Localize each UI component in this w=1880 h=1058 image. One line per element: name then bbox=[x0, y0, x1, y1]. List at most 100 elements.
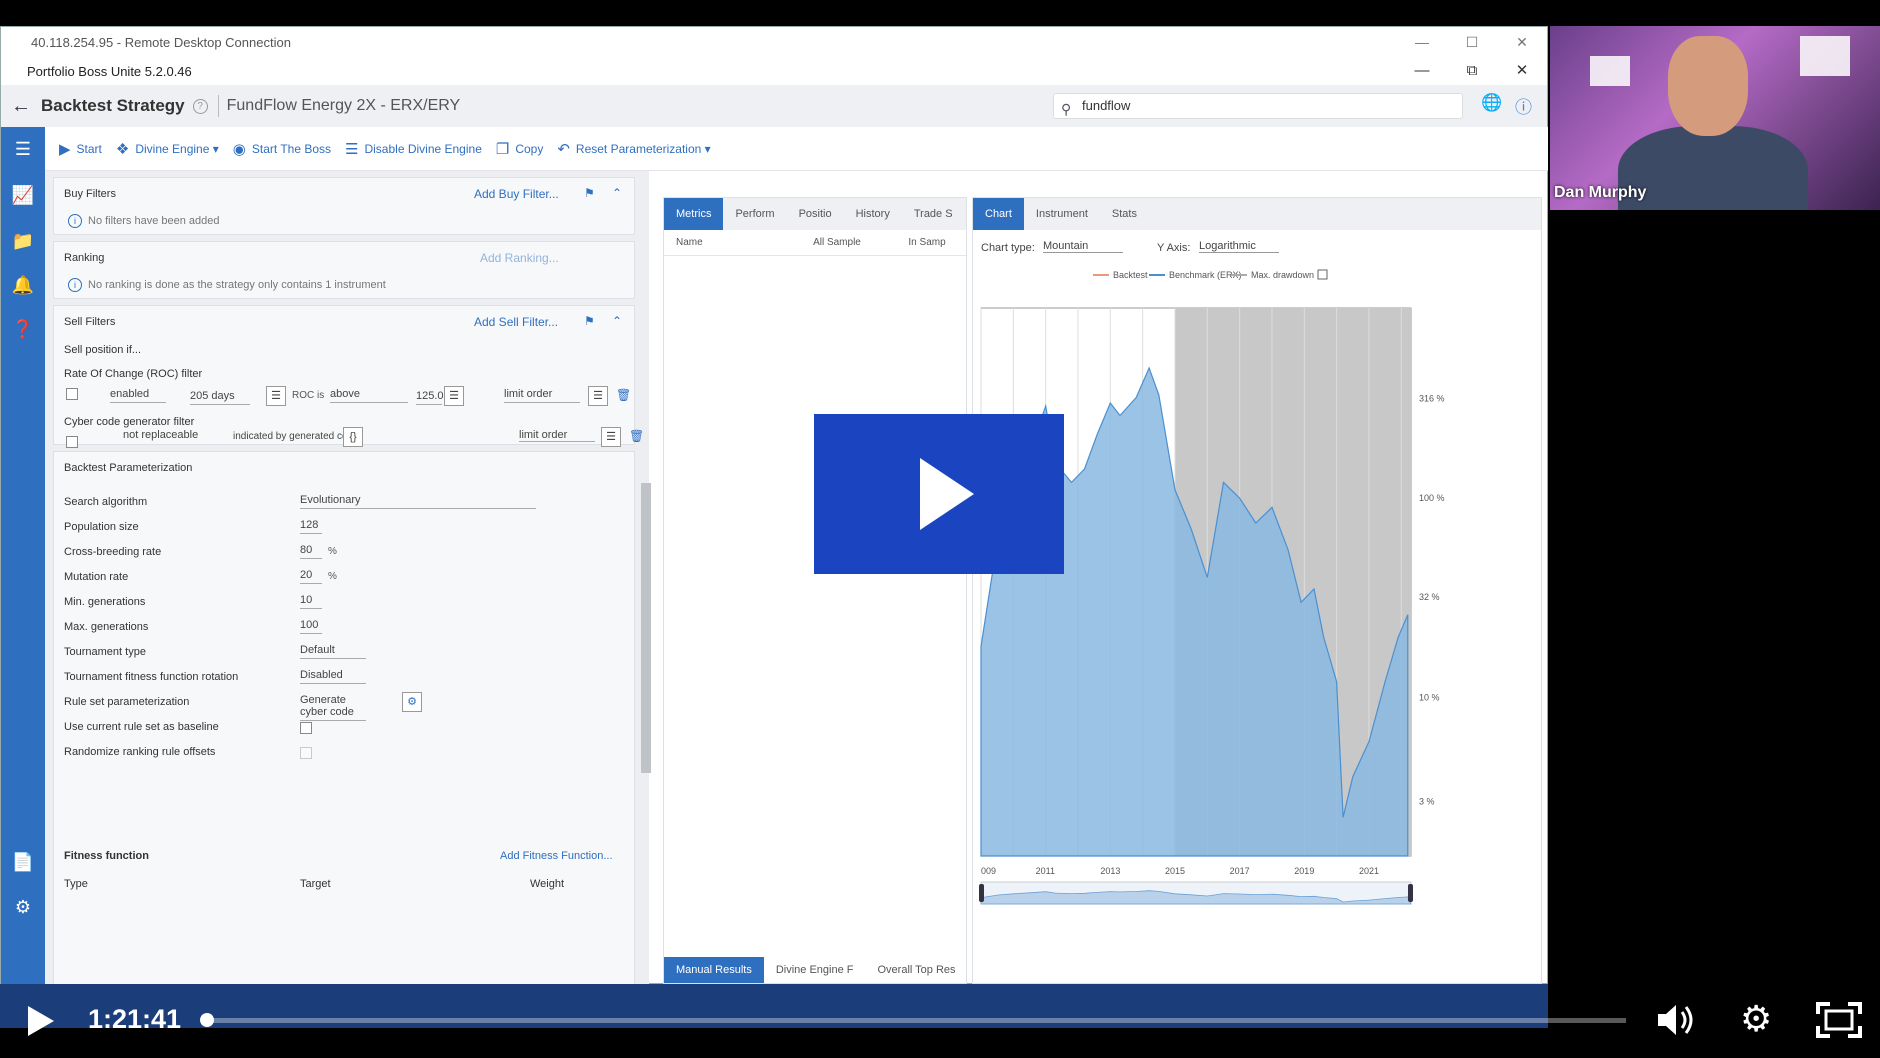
chevron-down-icon[interactable]: ▾ bbox=[705, 142, 711, 156]
ranking-title: Ranking bbox=[64, 252, 105, 264]
play-circle-icon: ▶ bbox=[59, 140, 71, 158]
tab-metrics[interactable]: Metrics bbox=[664, 198, 724, 230]
period-settings-icon[interactable]: ☰ bbox=[266, 386, 286, 406]
sell-filters-title: Sell Filters bbox=[64, 316, 116, 328]
collapse-icon[interactable]: ⌃ bbox=[612, 186, 622, 200]
y-axis-select[interactable]: Logarithmic bbox=[1199, 240, 1279, 253]
roc-order-select[interactable]: limit order bbox=[504, 388, 580, 403]
performance-chart[interactable]: Backtest Benchmark (ERX) Max. drawdown 316 … bbox=[973, 258, 1541, 984]
add-buy-filter-link[interactable]: Add Buy Filter... bbox=[474, 187, 559, 201]
param-value[interactable]: 100 bbox=[300, 619, 322, 634]
add-ranking-link[interactable]: Add Ranking... bbox=[480, 251, 559, 265]
param-checkbox[interactable] bbox=[300, 747, 312, 759]
collapse-icon[interactable]: ⌃ bbox=[612, 314, 622, 328]
param-value[interactable]: Evolutionary bbox=[300, 494, 536, 509]
roc-checkbox[interactable] bbox=[66, 388, 78, 400]
info-icon[interactable]: ⓘ bbox=[1515, 93, 1532, 118]
param-value[interactable]: 10 bbox=[300, 594, 322, 609]
param-value[interactable]: 80 bbox=[300, 544, 322, 559]
start-the-boss-button[interactable]: ◉ Start The Boss bbox=[233, 140, 331, 158]
copy-label: Copy bbox=[515, 141, 544, 156]
tab-divine-engine-f[interactable]: Divine Engine F bbox=[764, 957, 866, 983]
navigator-right-handle[interactable] bbox=[1408, 884, 1413, 902]
buy-filters-card: Buy Filters Add Buy Filter... ⚑ ⌃ i No fi… bbox=[53, 177, 635, 235]
add-fitness-link[interactable]: Add Fitness Function... bbox=[500, 850, 613, 862]
param-value[interactable]: Generate cyber code bbox=[300, 694, 366, 721]
search-input[interactable]: ⚲ fundflow bbox=[1053, 93, 1463, 119]
help-icon[interactable]: ? bbox=[192, 98, 208, 114]
cyber-checkbox[interactable] bbox=[66, 436, 78, 448]
cyber-order-select[interactable]: limit order bbox=[519, 429, 595, 442]
fitness-col-target: Target bbox=[300, 878, 331, 890]
reset-parameterization-button[interactable]: ↶ Reset Parameterization ▾ bbox=[557, 140, 710, 158]
back-arrow-icon[interactable]: ← bbox=[1, 95, 41, 118]
cyber-code-settings-icon[interactable]: ⚙ bbox=[402, 692, 422, 712]
globe-icon[interactable]: 🌐 bbox=[1481, 93, 1502, 113]
disable-divine-engine-button[interactable]: ☰ Disable Divine Engine bbox=[345, 140, 482, 158]
delete-roc-icon[interactable]: 🗑 bbox=[616, 388, 631, 402]
progress-knob[interactable] bbox=[200, 1013, 214, 1027]
document-nav-icon[interactable]: 📄 bbox=[1, 852, 45, 873]
app-close-button[interactable]: ✕ bbox=[1497, 57, 1547, 85]
add-sell-filter-link[interactable]: Add Sell Filter... bbox=[474, 315, 558, 329]
rd-minimize-button[interactable]: — bbox=[1397, 27, 1447, 57]
chart-type-select[interactable]: Mountain bbox=[1043, 240, 1123, 253]
folder-nav-icon[interactable]: 📁 bbox=[1, 231, 45, 252]
delete-cyber-icon[interactable]: 🗑 bbox=[629, 429, 644, 443]
roc-period-input[interactable]: 205 days bbox=[190, 390, 250, 405]
order-settings-icon[interactable]: ☰ bbox=[601, 427, 621, 447]
start-button[interactable]: ▶ Start bbox=[59, 140, 102, 158]
fullscreen-icon[interactable] bbox=[1816, 1002, 1862, 1038]
chevron-down-icon[interactable]: ▾ bbox=[213, 142, 219, 156]
threshold-settings-icon[interactable]: ☰ bbox=[444, 386, 464, 406]
tab-manual-results[interactable]: Manual Results bbox=[664, 957, 764, 983]
tab-history[interactable]: History bbox=[844, 198, 902, 230]
param-unit: % bbox=[328, 571, 337, 582]
help-nav-icon[interactable]: ❓ bbox=[1, 319, 45, 340]
tab-perform[interactable]: Perform bbox=[723, 198, 786, 230]
tab-stats[interactable]: Stats bbox=[1100, 198, 1149, 230]
param-label: Max. generations bbox=[64, 621, 149, 633]
roc-state-select[interactable]: enabled bbox=[110, 388, 166, 403]
tab-trade-s[interactable]: Trade S bbox=[902, 198, 965, 230]
video-play-overlay-button[interactable] bbox=[814, 414, 1064, 574]
param-value[interactable]: Default bbox=[300, 644, 366, 659]
notifications-nav-icon[interactable]: 🔔 bbox=[1, 275, 45, 296]
tab-instrument[interactable]: Instrument bbox=[1024, 198, 1100, 230]
copy-button[interactable]: ❐ Copy bbox=[496, 140, 543, 158]
volume-icon[interactable] bbox=[1656, 1002, 1696, 1038]
app-restore-button[interactable]: ⧉ bbox=[1447, 57, 1497, 85]
menu-icon[interactable]: ☰ bbox=[1, 139, 45, 160]
navigator-left-handle[interactable] bbox=[979, 884, 984, 902]
roc-threshold-input[interactable]: 125.0 bbox=[416, 390, 444, 405]
results-bottom-tabs: Manual Results Divine Engine F Overall Top… bbox=[664, 957, 968, 983]
cyber-state-select[interactable]: not replaceable bbox=[123, 429, 198, 441]
settings-gear-icon[interactable]: ⚙ bbox=[1740, 998, 1772, 1040]
left-panel-scrollbar[interactable] bbox=[641, 483, 651, 773]
settings-nav-icon[interactable]: ⚙ bbox=[1, 897, 45, 918]
drawdown-checkbox[interactable] bbox=[1317, 269, 1328, 280]
bookmark-icon[interactable]: ⚑ bbox=[584, 186, 595, 200]
param-value[interactable]: Disabled bbox=[300, 669, 366, 684]
tab-overall-top-res[interactable]: Overall Top Res bbox=[865, 957, 967, 983]
app-minimize-button[interactable]: — bbox=[1397, 57, 1447, 85]
roc-comparison-select[interactable]: above bbox=[330, 388, 408, 403]
rd-maximize-button[interactable]: ☐ bbox=[1447, 27, 1497, 57]
play-icon[interactable] bbox=[24, 1004, 56, 1038]
tab-chart[interactable]: Chart bbox=[973, 198, 1024, 230]
code-braces-icon[interactable]: {} bbox=[343, 427, 363, 447]
progress-bar[interactable] bbox=[206, 1018, 1626, 1023]
param-value[interactable]: 128 bbox=[300, 519, 322, 534]
info-icon: i bbox=[68, 278, 82, 292]
tab-positio[interactable]: Positio bbox=[787, 198, 844, 230]
param-checkbox[interactable] bbox=[300, 722, 312, 734]
strategy-name: FundFlow Energy 2X - ERX/ERY bbox=[226, 97, 461, 114]
divine-engine-button[interactable]: ❖ Divine Engine ▾ bbox=[116, 140, 219, 158]
order-settings-icon[interactable]: ☰ bbox=[588, 386, 608, 406]
param-value[interactable]: 20 bbox=[300, 569, 322, 584]
bookmark-icon[interactable]: ⚑ bbox=[584, 314, 595, 328]
param-label: Use current rule set as baseline bbox=[64, 721, 219, 733]
x-tick-label: 2019 bbox=[1294, 866, 1314, 876]
rd-close-button[interactable]: ✕ bbox=[1497, 27, 1547, 57]
chart-nav-icon[interactable]: 📈 bbox=[1, 185, 45, 206]
